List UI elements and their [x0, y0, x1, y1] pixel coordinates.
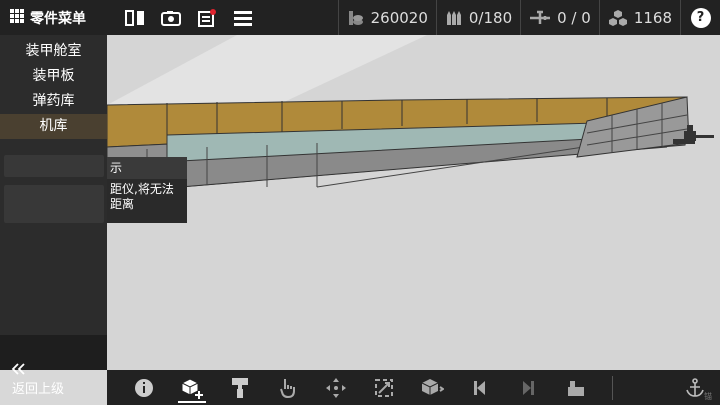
select-button[interactable] — [264, 370, 312, 405]
top-bar: 零件菜单 260020 0/180 0 / 0 1168 ? — [0, 0, 720, 35]
part-item-label: 装甲板 — [32, 68, 75, 84]
part-item-label: 机库 — [39, 118, 68, 134]
camera-icon — [161, 10, 181, 26]
part-item-label: 弹药库 — [32, 93, 75, 109]
list-menu-button[interactable] — [225, 0, 261, 35]
ammo-stat: 0/180 — [435, 0, 520, 35]
scale-button[interactable] — [360, 370, 408, 405]
mirror-view-button[interactable] — [117, 0, 153, 35]
ship-hull-render — [107, 35, 714, 194]
parts-menu-label: 零件菜单 — [30, 10, 86, 27]
money-value: 260020 — [370, 8, 428, 27]
dimmed-slot — [4, 155, 104, 177]
info-button[interactable] — [120, 370, 168, 405]
next-button[interactable] — [504, 370, 552, 405]
parts-menu-button[interactable]: 零件菜单 — [0, 0, 107, 35]
building-blocks-icon — [568, 380, 584, 396]
paint-button[interactable] — [216, 370, 264, 405]
move-button[interactable] — [312, 370, 360, 405]
tooltip-title: 示 — [107, 157, 187, 179]
left-parts-panel: 装甲舱室 装甲板 弹药库 机库 — [0, 35, 107, 370]
screenshot-button[interactable] — [153, 0, 189, 35]
cubes-icon — [608, 9, 627, 26]
toolbar-divider — [612, 375, 613, 400]
info-icon — [135, 378, 153, 397]
aircraft-icon — [530, 10, 551, 24]
anchor-icon — [686, 377, 704, 397]
aircraft-value: 0 / 0 — [557, 8, 591, 27]
part-item-armored-compartment[interactable]: 装甲舱室 — [0, 39, 107, 64]
ammo-icon — [446, 10, 461, 25]
mirror-icon — [125, 9, 144, 26]
anchor-label: 锚 — [704, 392, 712, 401]
step-forward-icon — [523, 380, 534, 395]
help-button[interactable]: ? — [680, 0, 720, 35]
grid-menu-icon — [10, 8, 24, 27]
hand-pointer-icon — [280, 378, 295, 398]
rotate-cube-icon — [421, 378, 444, 395]
tooltip-line-1: 距仪,将无法 — [110, 182, 174, 196]
paint-roller-icon — [232, 377, 248, 398]
help-icon: ? — [690, 7, 711, 28]
part-item-label: 装甲舱室 — [25, 43, 82, 59]
top-toolbar — [107, 0, 261, 35]
bottom-toolbar: 锚 — [107, 370, 720, 405]
parts-value: 1168 — [633, 8, 672, 27]
notes-button[interactable] — [189, 0, 225, 35]
part-item-hangar[interactable]: 机库 — [0, 114, 107, 139]
resize-icon — [375, 378, 393, 397]
add-cube-icon — [181, 377, 203, 399]
money-stat: 260020 — [337, 0, 436, 35]
back-label[interactable]: 返回上级 — [12, 378, 64, 397]
move-arrows-icon — [326, 377, 346, 398]
ammo-value: 0/180 — [468, 8, 513, 27]
dimmed-slot — [4, 185, 104, 223]
hamburger-icon — [234, 10, 252, 26]
anchor-button[interactable]: 锚 — [670, 370, 720, 405]
previous-button[interactable] — [456, 370, 504, 405]
aircraft-stat: 0 / 0 — [520, 0, 599, 35]
rotate-button[interactable] — [408, 370, 456, 405]
double-chevron-left-icon — [11, 360, 25, 379]
part-item-magazine[interactable]: 弹药库 — [0, 89, 107, 114]
part-item-armor-plate[interactable]: 装甲板 — [0, 64, 107, 89]
tooltip-body: 距仪,将无法 距离 — [107, 179, 187, 223]
info-tooltip: 示 距仪,将无法 距离 — [107, 157, 187, 227]
ship-viewport[interactable] — [107, 35, 720, 370]
structure-button[interactable] — [552, 370, 600, 405]
part-category-list: 装甲舱室 装甲板 弹药库 机库 — [0, 35, 107, 139]
add-part-button[interactable] — [168, 370, 216, 405]
coin-stack-icon — [348, 10, 363, 25]
tooltip-line-2: 距离 — [110, 197, 135, 211]
step-back-icon — [474, 380, 485, 395]
parts-stat: 1168 — [598, 0, 680, 35]
clipboard-notification-icon — [198, 8, 216, 27]
